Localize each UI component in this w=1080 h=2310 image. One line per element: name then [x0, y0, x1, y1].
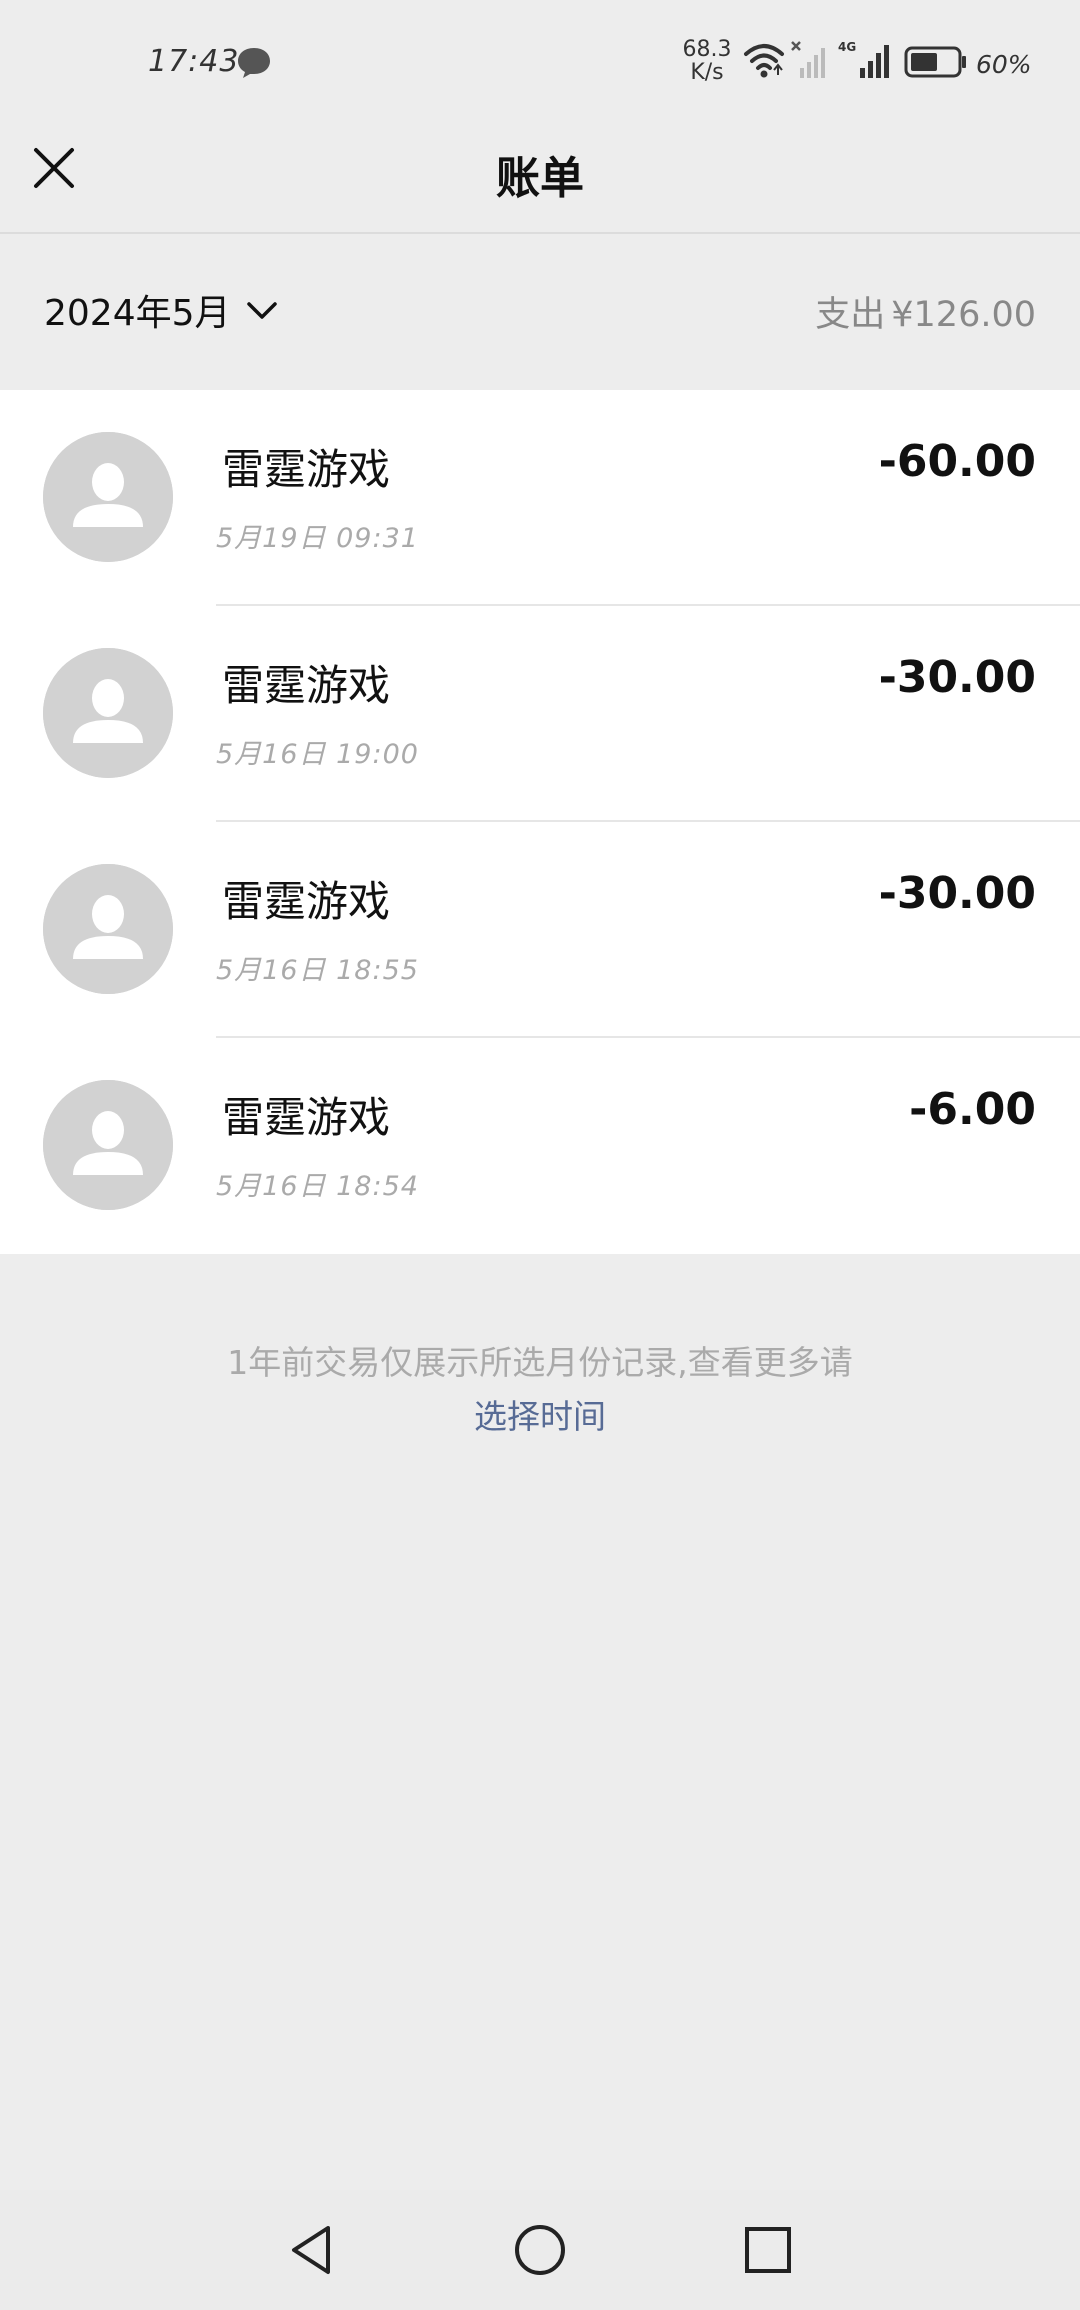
battery-percent: 60% — [976, 50, 1032, 79]
avatar — [43, 648, 173, 778]
bill-row[interactable]: 雷霆游戏 5月19日 09:31 -60.00 — [0, 390, 1080, 606]
bill-row[interactable]: 雷霆游戏 5月16日 19:00 -30.00 — [0, 606, 1080, 822]
month-picker[interactable]: 2024年5月 — [44, 282, 279, 338]
bill-time: 5月16日 19:00 — [216, 739, 419, 770]
recents-icon[interactable] — [740, 2222, 796, 2278]
bill-list: 雷霆游戏 5月19日 09:31 -60.00 雷霆游戏 5月16日 19:00… — [0, 390, 1080, 1254]
avatar — [43, 1080, 173, 1210]
avatar — [43, 432, 173, 562]
expense-total: ¥126.00 — [891, 295, 1036, 335]
month-label: 2024年5月 — [44, 293, 231, 334]
chevron-down-icon — [246, 302, 277, 319]
page-title: 账单 — [496, 153, 584, 204]
expense-label: 支出 — [815, 295, 886, 335]
home-icon[interactable] — [512, 2222, 568, 2278]
network-speed: 68.3 K/s — [682, 38, 732, 84]
status-bar: 17:43 68.3 K/s 4G 60% — [0, 0, 1080, 130]
default-avatar-icon — [43, 864, 173, 994]
status-time: 17:43 — [148, 44, 240, 79]
battery-icon — [904, 46, 966, 78]
merchant-name: 雷霆游戏 — [222, 877, 391, 926]
system-navigation-bar — [0, 2190, 1080, 2310]
merchant-name: 雷霆游戏 — [222, 445, 391, 494]
default-avatar-icon — [43, 1080, 173, 1210]
bill-time: 5月16日 18:55 — [216, 955, 419, 986]
chat-bubble-icon — [238, 48, 270, 78]
bill-row[interactable]: 雷霆游戏 5月16日 18:55 -30.00 — [0, 822, 1080, 1038]
battery-fill — [911, 53, 937, 71]
merchant-name: 雷霆游戏 — [222, 1093, 391, 1142]
default-avatar-icon — [43, 432, 173, 562]
bill-amount: -60.00 — [878, 436, 1036, 487]
avatar — [43, 864, 173, 994]
select-time-link[interactable]: 选择时间 — [474, 1390, 606, 1444]
merchant-name: 雷霆游戏 — [222, 661, 391, 710]
bill-amount: -30.00 — [878, 652, 1036, 703]
default-avatar-icon — [43, 648, 173, 778]
header-bar: 账单 — [0, 130, 1080, 234]
signal-off-icon — [791, 41, 825, 78]
bill-amount: -6.00 — [909, 1084, 1036, 1135]
network-type-label: 4G — [838, 40, 856, 54]
bill-time: 5月16日 18:54 — [216, 1171, 419, 1202]
signal-icon: 4G — [838, 40, 889, 78]
filter-bar: 2024年5月 支出 ¥126.00 — [0, 234, 1080, 390]
expense-summary: 支出 ¥126.00 — [815, 286, 1036, 337]
network-speed-value: 68.3 — [682, 37, 732, 62]
footer-note: 1年前交易仅展示所选月份记录,查看更多请 选择时间 — [0, 1336, 1080, 1444]
back-icon[interactable] — [284, 2222, 340, 2278]
network-speed-unit: K/s — [690, 60, 724, 85]
bill-row[interactable]: 雷霆游戏 5月16日 18:54 -6.00 — [0, 1038, 1080, 1254]
wifi-icon — [744, 44, 784, 78]
footer-note-text: 1年前交易仅展示所选月份记录,查看更多请 — [227, 1343, 853, 1382]
bill-time: 5月19日 09:31 — [216, 523, 419, 554]
bill-amount: -30.00 — [878, 868, 1036, 919]
